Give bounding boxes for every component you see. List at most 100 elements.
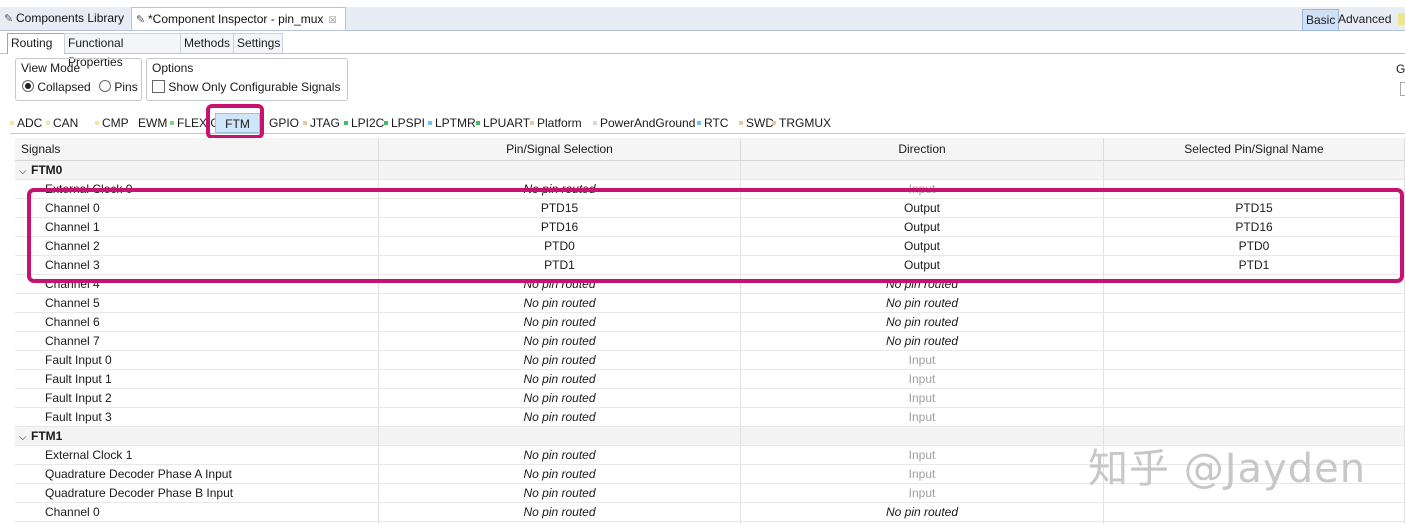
- table-row[interactable]: Channel 1 PTD16 Output PTD16: [15, 218, 1405, 237]
- direction-cell[interactable]: Input: [741, 389, 1104, 408]
- peripheral-tab-ftm[interactable]: FTM: [215, 113, 260, 133]
- peripheral-color-swatch: [476, 121, 480, 125]
- peripheral-tab-lpuart[interactable]: LPUART: [476, 113, 530, 133]
- direction-cell[interactable]: No pin routed: [741, 294, 1104, 313]
- view-mode-group: View Mode Collapsed Pins: [15, 58, 142, 101]
- basic-mode-button[interactable]: Basic: [1302, 9, 1340, 31]
- direction-cell[interactable]: Input: [741, 370, 1104, 389]
- peripheral-color-swatch: [530, 121, 534, 125]
- pin-selection-cell[interactable]: No pin routed: [379, 446, 741, 465]
- table-row[interactable]: Channel 2 PTD0 Output PTD0: [15, 237, 1405, 256]
- pin-selection-cell[interactable]: No pin routed: [379, 503, 741, 522]
- inspector-sub-tabs: Routing Functional Properties Methods Se…: [0, 33, 1405, 69]
- table-row[interactable]: Fault Input 1 No pin routed Input: [15, 370, 1405, 389]
- tab-methods[interactable]: Methods: [180, 33, 234, 53]
- direction-cell[interactable]: Output: [741, 256, 1104, 275]
- pin-selection-cell[interactable]: No pin routed: [379, 294, 741, 313]
- close-icon[interactable]: ☒: [328, 15, 336, 25]
- peripheral-tab-cmp[interactable]: CMP: [95, 113, 129, 133]
- direction-cell[interactable]: No pin routed: [741, 313, 1104, 332]
- tab-functional-properties[interactable]: Functional Properties: [64, 33, 181, 69]
- direction-cell[interactable]: Input: [741, 446, 1104, 465]
- direction-cell[interactable]: Input: [741, 408, 1104, 427]
- tab-components-library[interactable]: ✎ Components Library: [4, 7, 131, 30]
- component-icon: ✎: [4, 13, 14, 25]
- direction-cell[interactable]: No pin routed: [741, 275, 1104, 294]
- pin-selection-cell[interactable]: No pin routed: [379, 332, 741, 351]
- peripheral-tab-trgmux[interactable]: TRGMUX: [772, 113, 831, 133]
- table-row[interactable]: Channel 5 No pin routed No pin routed: [15, 294, 1405, 313]
- table-row[interactable]: Fault Input 2 No pin routed Input: [15, 389, 1405, 408]
- pin-selection-cell[interactable]: No pin routed: [379, 351, 741, 370]
- table-row[interactable]: Fault Input 3 No pin routed Input: [15, 408, 1405, 427]
- radio-icon[interactable]: [99, 80, 111, 92]
- table-row[interactable]: Channel 0 PTD15 Output PTD15: [15, 199, 1405, 218]
- group-cell[interactable]: ⌵ FTM0: [15, 161, 379, 180]
- pin-selection-cell[interactable]: No pin routed: [379, 389, 741, 408]
- pin-selection-cell[interactable]: No pin routed: [379, 484, 741, 503]
- peripheral-tab-ewm[interactable]: EWM: [131, 113, 168, 133]
- pin-selection-cell[interactable]: No pin routed: [379, 180, 741, 199]
- pin-selection-cell[interactable]: No pin routed: [379, 370, 741, 389]
- pin-selection-cell[interactable]: PTD15: [379, 199, 741, 218]
- direction-cell[interactable]: Input: [741, 484, 1104, 503]
- peripheral-tab-lpspi[interactable]: LPSPI: [384, 113, 426, 133]
- tab-settings[interactable]: Settings: [233, 33, 283, 53]
- direction-cell[interactable]: Input: [741, 180, 1104, 199]
- group-cell[interactable]: ⌵ FTM1: [15, 427, 379, 446]
- table-row[interactable]: Fault Input 0 No pin routed Input: [15, 351, 1405, 370]
- header-direction[interactable]: Direction: [741, 138, 1104, 160]
- selected-pin-name-cell: [1104, 370, 1405, 389]
- tab-component-inspector[interactable]: ✎ *Component Inspector - pin_mux ☒: [131, 7, 346, 30]
- peripheral-tab-label: FTM: [225, 117, 250, 131]
- table-row[interactable]: Channel 4 No pin routed No pin routed: [15, 275, 1405, 294]
- chevron-down-icon[interactable]: ⌵: [19, 162, 31, 179]
- pin-selection-cell[interactable]: No pin routed: [379, 465, 741, 484]
- peripheral-tab-rtc[interactable]: RTC: [697, 113, 737, 133]
- pin-selection-cell[interactable]: PTD1: [379, 256, 741, 275]
- peripheral-tab-flexio[interactable]: FLEXIO: [170, 113, 220, 133]
- peripheral-tab-gpio[interactable]: GPIO: [262, 113, 301, 133]
- collapsed-radio[interactable]: Collapsed: [22, 80, 91, 94]
- pin-selection-cell[interactable]: PTD16: [379, 218, 741, 237]
- header-selected-pin-signal-name[interactable]: Selected Pin/Signal Name: [1104, 138, 1405, 160]
- chevron-down-icon[interactable]: ⌵: [19, 428, 31, 445]
- direction-cell[interactable]: No pin routed: [741, 503, 1104, 522]
- pin-selection-cell[interactable]: No pin routed: [379, 313, 741, 332]
- peripheral-tab-can[interactable]: CAN: [46, 113, 93, 133]
- direction-cell[interactable]: No pin routed: [741, 332, 1104, 351]
- pin-selection-cell[interactable]: No pin routed: [379, 275, 741, 294]
- checkbox-icon[interactable]: [152, 80, 165, 93]
- peripheral-tab-lpi2c[interactable]: LPI2C: [344, 113, 384, 133]
- peripheral-tab-platform[interactable]: Platform: [530, 113, 591, 133]
- tab-routing[interactable]: Routing: [7, 33, 65, 54]
- truncated-control[interactable]: [1400, 82, 1405, 96]
- radio-selected-icon[interactable]: [22, 80, 34, 92]
- view-menu-icon[interactable]: [1398, 13, 1405, 25]
- peripheral-tab-label: EWM: [138, 116, 168, 130]
- table-row[interactable]: Channel 6 No pin routed No pin routed: [15, 313, 1405, 332]
- direction-cell[interactable]: Output: [741, 237, 1104, 256]
- table-row[interactable]: External Clock 0 No pin routed Input: [15, 180, 1405, 199]
- pin-selection-cell[interactable]: PTD0: [379, 237, 741, 256]
- header-pin-signal-selection[interactable]: Pin/Signal Selection: [379, 138, 741, 160]
- peripheral-tab-powerandground[interactable]: PowerAndGround: [593, 113, 695, 133]
- show-only-configurable-checkbox[interactable]: Show Only Configurable Signals: [152, 80, 340, 94]
- peripheral-tab-jtag[interactable]: JTAG: [303, 113, 342, 133]
- advanced-mode-button[interactable]: Advanced: [1338, 9, 1391, 29]
- header-signals[interactable]: Signals: [15, 138, 379, 160]
- pin-selection-cell[interactable]: No pin routed: [379, 408, 741, 427]
- direction-cell[interactable]: Input: [741, 351, 1104, 370]
- direction-cell[interactable]: Output: [741, 218, 1104, 237]
- table-row[interactable]: Channel 3 PTD1 Output PTD1: [15, 256, 1405, 275]
- table-row[interactable]: Channel 7 No pin routed No pin routed: [15, 332, 1405, 351]
- direction-cell[interactable]: Output: [741, 199, 1104, 218]
- table-row[interactable]: Channel 0 No pin routed No pin routed: [15, 503, 1405, 522]
- peripheral-tab-lptmr[interactable]: LPTMR: [428, 113, 476, 133]
- peripheral-tab-swd[interactable]: SWD: [739, 113, 774, 133]
- table-group-row[interactable]: ⌵ FTM0: [15, 161, 1405, 180]
- direction-cell[interactable]: Input: [741, 465, 1104, 484]
- signal-name-cell: Channel 0: [15, 199, 379, 218]
- peripheral-tab-adc[interactable]: ADC: [10, 113, 44, 133]
- pins-radio[interactable]: Pins: [99, 80, 138, 94]
